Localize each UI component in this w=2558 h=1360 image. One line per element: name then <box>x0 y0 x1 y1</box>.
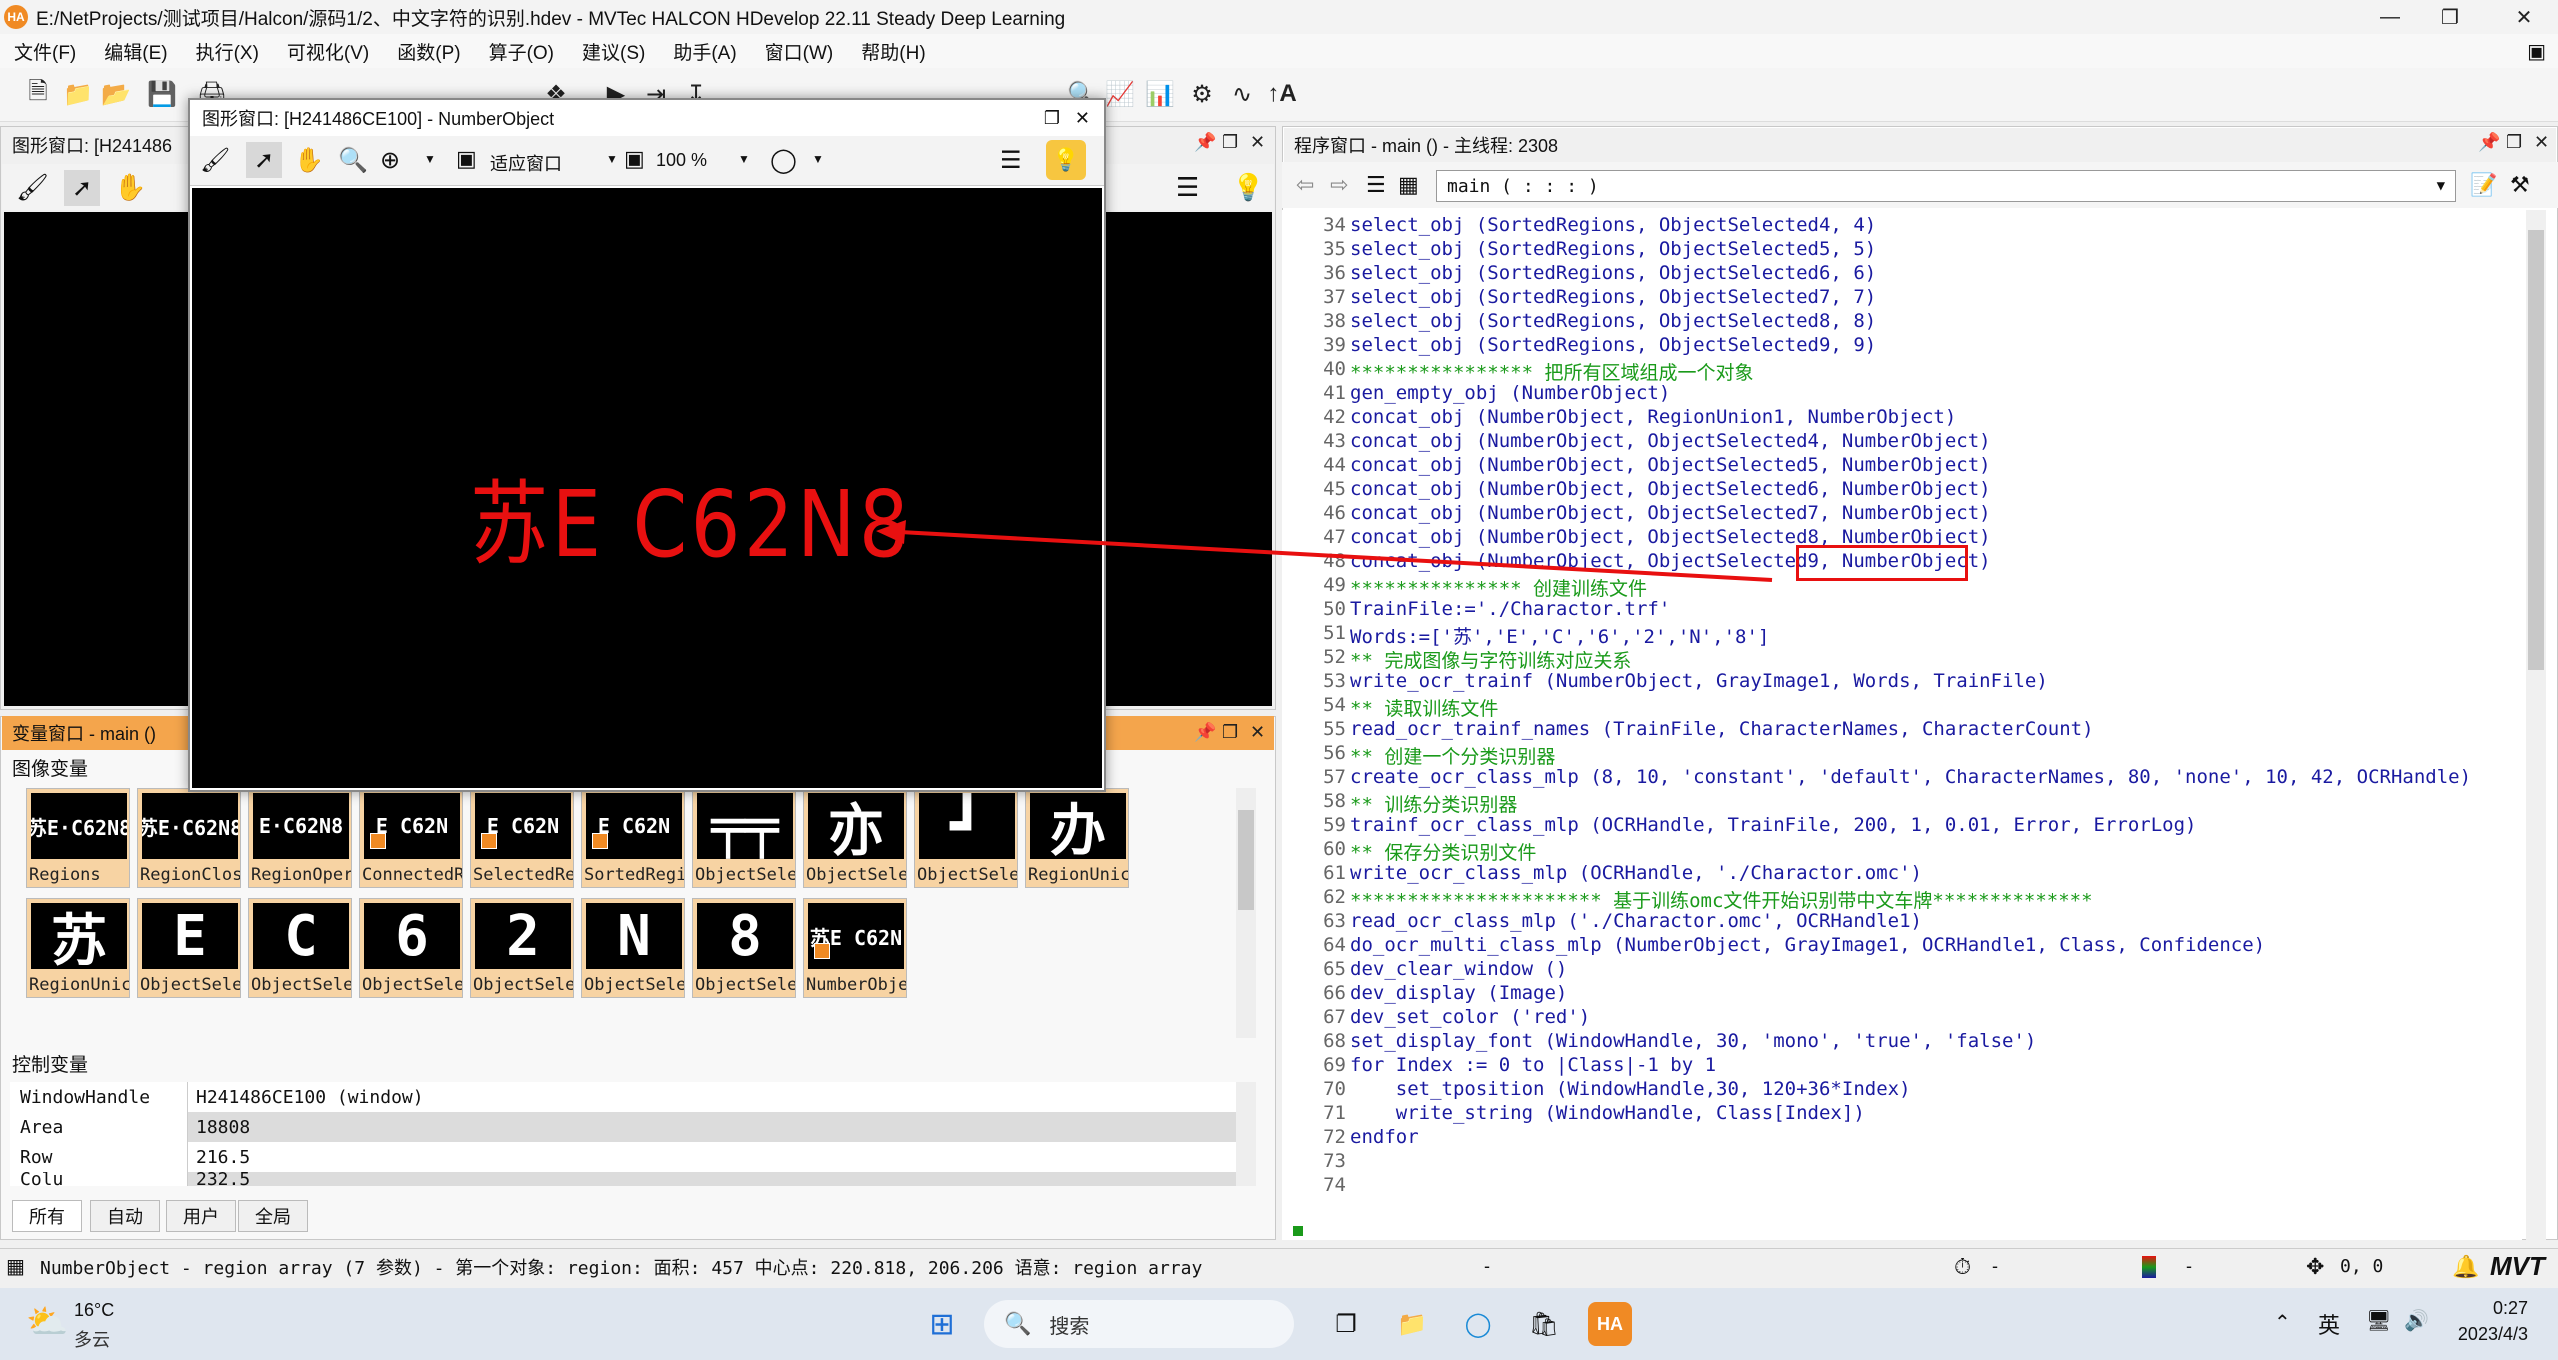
status-dash: - <box>2186 1256 2192 1276</box>
taskbar-search[interactable]: 🔍 搜索 <box>984 1300 1294 1348</box>
clock-time[interactable]: 0:27 <box>2448 1298 2528 1319</box>
clock-date[interactable]: 2023/4/3 <box>2424 1324 2528 1345</box>
coordinates-icon: ✥ <box>2306 1253 2325 1279</box>
start-icon[interactable]: ⊞ <box>920 1302 964 1346</box>
network-icon[interactable]: 🖥 <box>2366 1308 2391 1333</box>
halcon-taskbar-icon[interactable]: HA <box>1588 1302 1632 1346</box>
search-placeholder: 搜索 <box>1049 1315 1090 1338</box>
status-text: NumberObject - region array (7 参数) - 第一个… <box>40 1257 1203 1279</box>
weather-condition[interactable]: 多云 <box>74 1326 110 1352</box>
color-icon <box>2142 1255 2156 1278</box>
weather-temperature[interactable]: 16°C <box>74 1300 114 1321</box>
windows-taskbar: ⛅ 16°C 多云 ⊞ 🔍 搜索 ❐ 📁 ◯ 🛍 HA ⌃ 英 🖥 🔊 0:27… <box>0 1288 2558 1360</box>
chevron-up-icon[interactable]: ⌃ <box>2274 1310 2291 1335</box>
ime-indicator[interactable]: 英 <box>2318 1308 2340 1340</box>
mvtec-logo: MVT <box>2490 1251 2545 1281</box>
status-dash: - <box>1992 1256 1998 1276</box>
store-icon[interactable]: 🛍 <box>1522 1302 1566 1346</box>
search-icon: 🔍 <box>1004 1311 1032 1336</box>
file-explorer-icon[interactable]: 📁 <box>1390 1302 1434 1346</box>
annotation-arrow <box>876 520 1773 582</box>
bell-icon[interactable]: 🔔 <box>2452 1254 2479 1280</box>
status-dash: - <box>1484 1256 1490 1276</box>
region-icon: ▦ <box>6 1256 25 1278</box>
status-coords: 0, 0 <box>2340 1256 2384 1277</box>
timer-icon: ⏱ <box>1954 1253 1972 1279</box>
task-view-icon[interactable]: ❐ <box>1324 1302 1368 1346</box>
edge-browser-icon[interactable]: ◯ <box>1456 1302 1500 1346</box>
weather-icon[interactable]: ⛅ <box>26 1302 68 1342</box>
status-bar: ▦ NumberObject - region array (7 参数) - 第… <box>0 1248 2558 1284</box>
